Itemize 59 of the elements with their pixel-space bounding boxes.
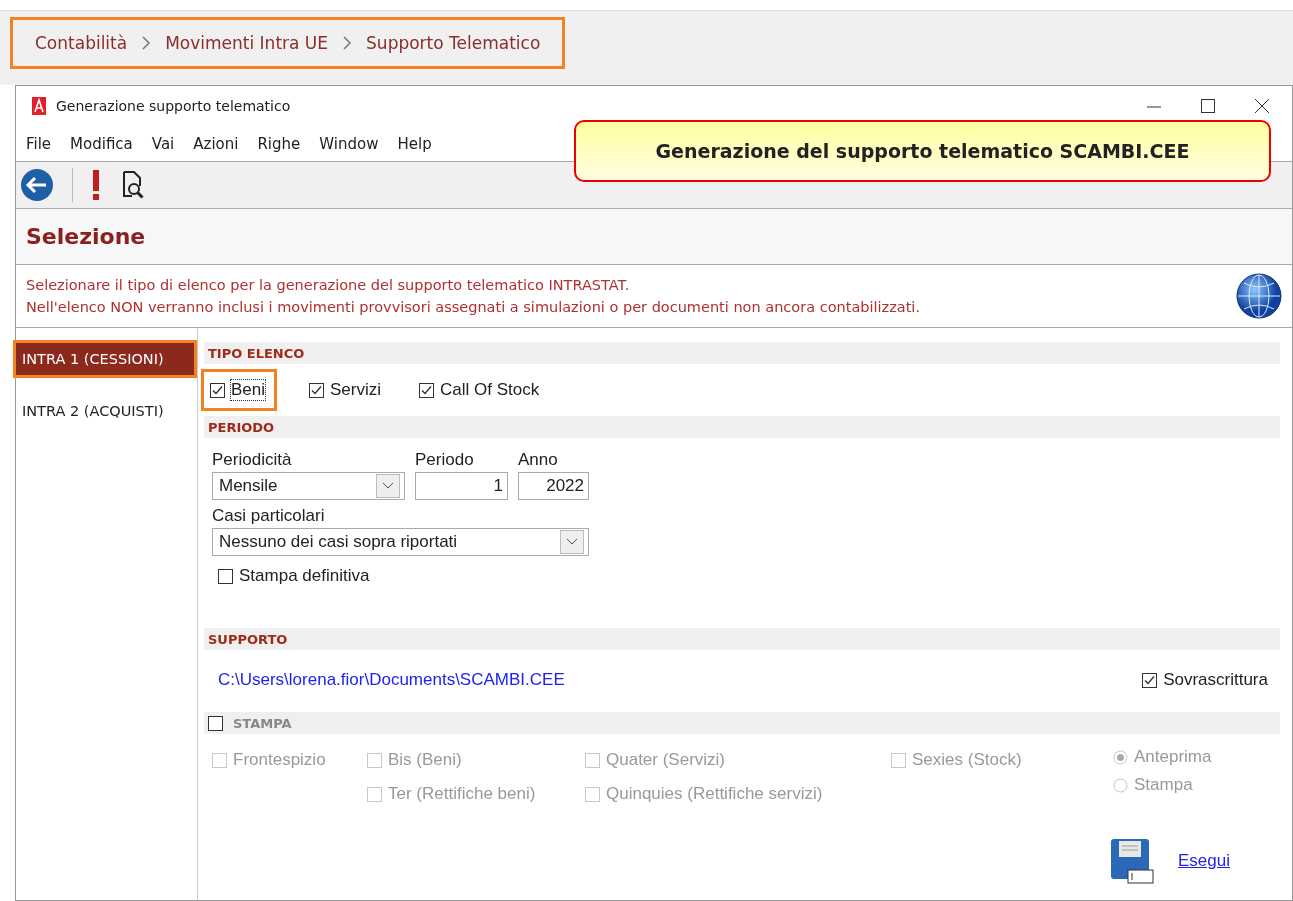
- dropdown[interactable]: Nessuno dei casi sopra riportati: [212, 528, 589, 556]
- menu-item[interactable]: Help: [397, 134, 432, 153]
- breadcrumb-item[interactable]: Movimenti Intra UE: [165, 33, 329, 53]
- breadcrumb-item[interactable]: Contabilità: [35, 33, 128, 53]
- sidebar-item[interactable]: INTRA 1 (CESSIONI): [13, 340, 197, 378]
- sidebar-item[interactable]: INTRA 2 (ACQUISTI): [13, 392, 197, 430]
- description-text: Selezionare il tipo di elenco per la generazione del supporto telematico INTRASTAT.: [26, 276, 631, 295]
- section-title: PERIODO: [208, 419, 275, 435]
- checkbox-label: Quater (Servizi): [606, 750, 726, 770]
- section-heading: Selezione: [26, 224, 146, 249]
- menu-item[interactable]: Righe: [257, 134, 301, 153]
- window-title: Generazione supporto telematico: [56, 98, 291, 114]
- input-field[interactable]: 1: [415, 472, 508, 500]
- menu-item[interactable]: Modifica: [70, 134, 133, 153]
- radio-label: Anteprima: [1134, 747, 1212, 767]
- section-title: TIPO ELENCO: [208, 345, 305, 361]
- checkbox-label: Bis (Beni): [388, 750, 462, 770]
- input-field[interactable]: 2022: [518, 472, 589, 500]
- menu-item[interactable]: Azioni: [193, 134, 239, 153]
- checkbox-label: Servizi: [330, 380, 382, 400]
- checkbox-label: Ter (Rettifiche beni): [388, 784, 536, 804]
- checkbox[interactable]: [218, 568, 233, 584]
- app-icon: [32, 97, 46, 115]
- run-link[interactable]: Esegui: [1178, 851, 1230, 871]
- checkbox[interactable]: [208, 715, 223, 731]
- checkbox[interactable]: [210, 382, 225, 398]
- checkbox-label: Beni: [231, 380, 266, 400]
- checkbox-label: Frontespizio: [233, 750, 326, 770]
- checkbox-label: Stampa definitiva: [239, 566, 370, 586]
- menu-item[interactable]: Window: [319, 134, 379, 153]
- checkbox[interactable]: [419, 382, 435, 398]
- description-text: Nell'elenco NON verranno inclusi i movimenti provvisori assegnati a simulazioni o per documenti non ancora contabilizzati.: [26, 298, 920, 317]
- close-icon[interactable]: [1254, 98, 1270, 114]
- checkbox[interactable]: [1142, 672, 1158, 688]
- menu-item[interactable]: File: [26, 134, 52, 153]
- checkbox[interactable]: [309, 382, 325, 398]
- checkbox-label: Sovrascrittura: [1163, 670, 1268, 690]
- checkbox-label: Call Of Stock: [440, 380, 540, 400]
- checkbox-label: Quinquies (Rettifiche servizi): [606, 784, 823, 804]
- floppy-disk-icon[interactable]: [1110, 838, 1154, 884]
- section-title: SUPPORTO: [208, 631, 288, 647]
- field-label: Periodicità: [212, 450, 293, 471]
- file-path: C:\Users\lorena.fior\Documents\SCAMBI.CEE: [218, 670, 565, 690]
- checkbox-label: Sexies (Stock): [912, 750, 1022, 770]
- radio-label: Stampa: [1134, 775, 1193, 795]
- dropdown[interactable]: Mensile: [212, 472, 405, 500]
- menu-item[interactable]: Vai: [151, 134, 175, 153]
- exclamation-icon[interactable]: [91, 169, 101, 201]
- chevron-icon: [141, 35, 152, 51]
- callout-note: Generazione del supporto telematico SCAMBI.CEE: [574, 120, 1271, 182]
- field-label: Casi particolari: [212, 506, 326, 527]
- breadcrumb-item[interactable]: Supporto Telematico: [366, 33, 541, 53]
- chevron-icon: [342, 35, 353, 51]
- field-label: Anno: [518, 450, 559, 471]
- section-title: STAMPA: [233, 715, 292, 731]
- field-label: Periodo: [415, 450, 475, 471]
- globe-icon[interactable]: [1236, 273, 1282, 319]
- back-icon[interactable]: [20, 168, 54, 202]
- maximize-icon[interactable]: [1200, 98, 1216, 114]
